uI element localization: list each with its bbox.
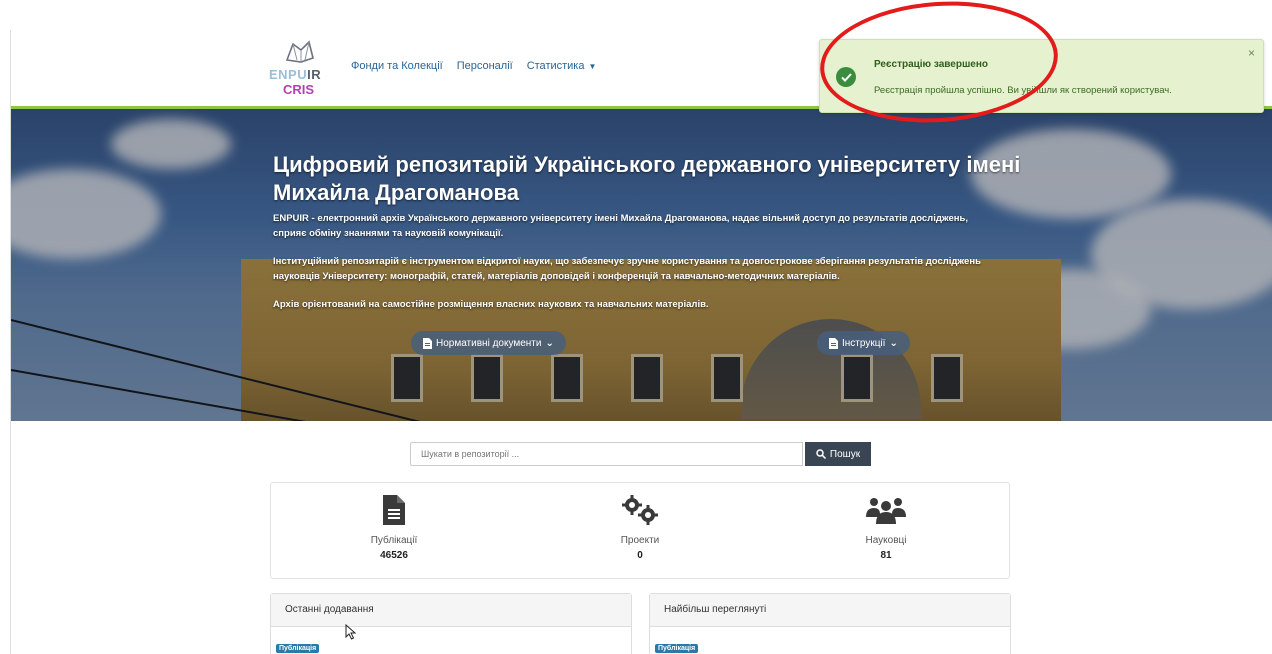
stat-researchers[interactable]: Науковці 81 xyxy=(763,483,1009,578)
hero-paragraph-2: Інституційний репозитарій є інструментом… xyxy=(273,256,981,282)
search-button[interactable]: Пошук xyxy=(805,442,871,466)
stat-projects-label: Проекти xyxy=(620,535,660,546)
normative-documents-button[interactable]: Нормативні документи ⌄ xyxy=(411,331,566,355)
search-input[interactable] xyxy=(410,442,803,466)
nav-item-persons[interactable]: Персоналії xyxy=(457,60,513,72)
main-nav: Фонди та Колекції Персоналії Статистика ▼ xyxy=(351,60,596,72)
site-logo[interactable]: ENPUIR CRIS xyxy=(269,40,331,100)
normative-documents-label: Нормативні документи xyxy=(436,337,542,349)
instructions-button[interactable]: Інструкції ⌄ xyxy=(817,331,910,355)
publication-badge: Публікація xyxy=(276,644,320,653)
hero-paragraph-1: ENPUIR - електронний архів Українського … xyxy=(273,213,968,239)
gears-icon xyxy=(622,495,658,525)
search-button-label: Пошук xyxy=(829,448,861,460)
nav-item-statistics[interactable]: Статистика ▼ xyxy=(527,60,597,72)
chevron-down-icon: ⌄ xyxy=(889,337,898,349)
page: ENPUIR CRIS Фонди та Колекції Персоналії… xyxy=(10,30,1272,654)
stat-researchers-value: 81 xyxy=(880,550,892,561)
publication-badge: Публікація xyxy=(655,644,699,653)
stats-panel: Публікації 46526 Проекти 0 Науковці 81 xyxy=(270,482,1010,579)
most-viewed-title: Найбільш переглянуті xyxy=(650,594,1010,627)
document-icon xyxy=(383,495,405,525)
file-icon xyxy=(423,337,432,349)
logo-text-top: ENPUIR xyxy=(269,67,322,82)
search-icon xyxy=(816,449,826,459)
logo-book-icon xyxy=(285,40,314,63)
hero-paragraph-3: Архів орієнтований на самостійне розміще… xyxy=(273,299,709,310)
stat-publications-label: Публікації xyxy=(370,535,418,546)
hero-banner: Цифровий репозитарій Українського держав… xyxy=(11,109,1272,421)
nav-item-statistics-label: Статистика xyxy=(526,60,585,72)
most-viewed-panel: Найбільш переглянуті Публікація xyxy=(649,593,1011,654)
close-icon[interactable]: × xyxy=(1248,46,1255,60)
logo-text-bottom: CRIS xyxy=(283,82,315,97)
nav-item-funds[interactable]: Фонди та Колекції xyxy=(351,60,443,72)
caret-down-icon: ▼ xyxy=(588,62,597,71)
stat-researchers-label: Науковці xyxy=(865,535,907,546)
stat-publications-value: 46526 xyxy=(380,550,408,561)
chevron-down-icon: ⌄ xyxy=(545,337,554,349)
instructions-label: Інструкції xyxy=(842,337,886,349)
stat-projects-value: 0 xyxy=(637,550,643,561)
mouse-cursor-icon xyxy=(345,624,357,640)
stat-projects[interactable]: Проекти 0 xyxy=(517,483,763,578)
stat-publications[interactable]: Публікації 46526 xyxy=(271,483,517,578)
file-icon xyxy=(829,337,838,349)
users-icon xyxy=(866,498,906,524)
recent-additions-panel: Останні додавання Публікація xyxy=(270,593,632,654)
hero-title: Цифровий репозитарій Українського держав… xyxy=(273,152,1021,205)
recent-additions-title: Останні додавання xyxy=(271,594,631,627)
